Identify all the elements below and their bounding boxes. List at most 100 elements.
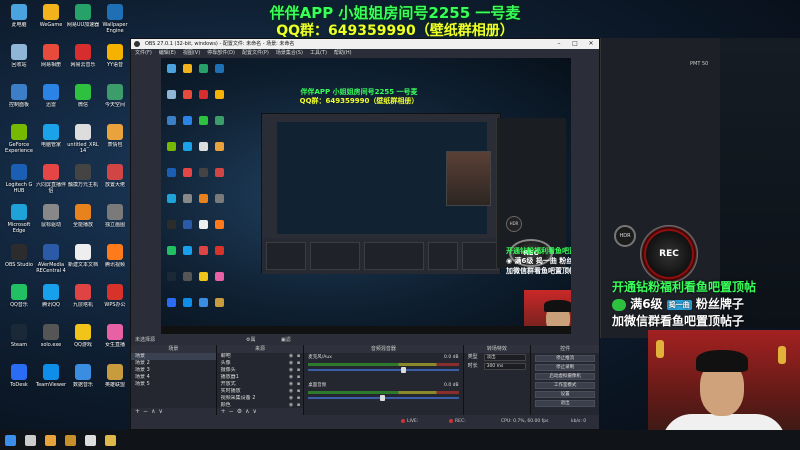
remove-icon[interactable]: − — [229, 408, 237, 415]
volume-slider[interactable] — [308, 367, 459, 373]
desktop-icon[interactable]: OBS Studio — [2, 244, 36, 284]
eye-icon[interactable]: ◉ — [289, 360, 293, 367]
desktop-icon[interactable]: GeForce Experience — [2, 124, 36, 164]
eye-icon[interactable]: ◉ — [289, 388, 293, 395]
desktop-icon[interactable]: untitled_XRL 14 — [66, 124, 100, 164]
menu-item[interactable]: 配置文件(P) — [242, 49, 269, 57]
desktop-icon[interactable]: Wallpaper Engine — [98, 4, 132, 44]
desktop-icon[interactable]: 六同屏直播伴侣 — [34, 164, 68, 204]
eye-icon[interactable]: ◉ — [289, 367, 293, 374]
desktop-icon[interactable]: 网易相册 — [34, 44, 68, 84]
lock-icon[interactable]: ▪ — [297, 381, 300, 388]
desktop-icon[interactable]: QQ音乐 — [2, 284, 36, 324]
menu-item[interactable]: 视图(V) — [183, 49, 200, 57]
maximize-icon[interactable]: □ — [567, 39, 583, 49]
volume-slider-handle[interactable] — [380, 395, 386, 401]
obs-titlebar[interactable]: OBS 27.0.1 (32-bit, windows) - 配置文件: 未命名… — [131, 39, 599, 49]
close-icon[interactable]: ✕ — [583, 39, 599, 49]
desktop-icon[interactable]: 放置大佬 — [98, 164, 132, 204]
scene-item[interactable]: 场景 4 — [131, 374, 216, 381]
add-icon[interactable]: + — [221, 408, 229, 415]
remove-icon[interactable]: − — [143, 408, 151, 415]
desktop-icon[interactable]: 此电脑 — [2, 4, 36, 44]
desktop-icon[interactable]: 腾讯视频 — [98, 244, 132, 284]
app-task-icon[interactable] — [100, 430, 120, 450]
source-item[interactable]: 聊吧 ◉ ▪ — [217, 353, 304, 360]
search-icon[interactable] — [20, 430, 40, 450]
control-button[interactable]: 工作室模式 — [535, 382, 595, 389]
desktop-icon[interactable]: YY语音 — [98, 44, 132, 84]
desktop-icon[interactable]: 全能播放 — [66, 204, 100, 244]
control-button[interactable]: 启动虚拟摄像机 — [535, 373, 595, 380]
down-icon[interactable]: ∨ — [158, 408, 165, 415]
menu-item[interactable]: 工具(T) — [310, 49, 327, 57]
scene-item[interactable]: 场景 5 — [131, 381, 216, 388]
menu-item[interactable]: 帮助(H) — [334, 49, 352, 57]
source-item[interactable]: 实时播放 ◉ ▪ — [217, 388, 304, 395]
source-item[interactable]: 播放器1 ◉ ▪ — [217, 374, 304, 381]
transition-type-select[interactable]: 淡出 — [483, 354, 526, 361]
obs-preview[interactable]: 伴伴APP 小姐姐房间号2255 一号麦 QQ群：649359990（壁纸群相册… — [161, 58, 571, 334]
rec-button[interactable]: REC — [640, 225, 698, 283]
control-button[interactable]: 设置 — [535, 391, 595, 398]
desktop-icon[interactable]: 女生直播 — [98, 324, 132, 364]
hdr-button[interactable]: HDR — [614, 225, 636, 247]
lock-icon[interactable]: ▪ — [297, 360, 300, 367]
desktop-icon[interactable]: AVerMedia RECentral 4 — [34, 244, 68, 284]
desktop-icon[interactable]: solo.exe — [34, 324, 68, 364]
desktop-icon[interactable]: ToDesk — [2, 364, 36, 404]
menu-item[interactable]: 编辑(E) — [159, 49, 176, 57]
source-item[interactable]: 视频采集设备 2 ◉ ▪ — [217, 395, 304, 402]
eye-icon[interactable]: ◉ — [289, 374, 293, 381]
up-icon[interactable]: ∧ — [245, 408, 252, 415]
desktop-icon[interactable]: 网易云音乐 — [66, 44, 100, 84]
desktop-icon[interactable]: 电脑管家 — [34, 124, 68, 164]
gear-icon[interactable]: ⚙ — [237, 408, 245, 415]
eye-icon[interactable]: ◉ — [289, 395, 293, 402]
desktop-icon[interactable]: 鼠标驱动 — [34, 204, 68, 244]
desktop-icon[interactable]: 新建文本文档 — [66, 244, 100, 284]
desktop-icon[interactable]: 控制面板 — [2, 84, 36, 124]
desktop-icon[interactable]: 回收站 — [2, 44, 36, 84]
desktop-icon[interactable]: Logitech G HUB — [2, 164, 36, 204]
source-item[interactable]: 头像 ◉ ▪ — [217, 360, 304, 367]
desktop-icon[interactable]: 表情包 — [98, 124, 132, 164]
filters-button[interactable]: ▣ 滤镜 — [281, 335, 291, 353]
desktop-icon[interactable]: Microsoft Edge — [2, 204, 36, 244]
chrome-icon[interactable] — [40, 430, 60, 450]
desktop-icon[interactable]: 英雄联盟 — [98, 364, 132, 404]
desktop-icon[interactable]: 独立画图 — [98, 204, 132, 244]
scene-item[interactable]: 场景 3 — [131, 367, 216, 374]
desktop-icon[interactable]: 腾讯QQ — [34, 284, 68, 324]
add-icon[interactable]: + — [135, 408, 143, 415]
menu-item[interactable]: 场景集合(S) — [276, 49, 303, 57]
obs-task-icon[interactable] — [80, 430, 100, 450]
menu-item[interactable]: 停靠部件(D) — [207, 49, 235, 57]
volume-slider[interactable] — [308, 395, 459, 401]
desktop-icon[interactable]: 迅雷 — [34, 84, 68, 124]
eye-icon[interactable]: ◉ — [289, 381, 293, 388]
desktop-icon[interactable]: WPS办公 — [98, 284, 132, 324]
eye-icon[interactable]: ◉ — [289, 353, 293, 360]
desktop-icon[interactable]: WeGame — [34, 4, 68, 44]
desktop-icon[interactable]: 触摸万元主机 — [66, 164, 100, 204]
desktop-icon[interactable]: 数据音乐 — [66, 364, 100, 404]
scene-item[interactable]: 场景 — [131, 353, 216, 360]
lock-icon[interactable]: ▪ — [297, 388, 300, 395]
menu-item[interactable]: 文件(F) — [135, 49, 152, 57]
volume-slider-handle[interactable] — [401, 367, 407, 373]
down-icon[interactable]: ∨ — [253, 408, 260, 415]
control-button[interactable]: 停止录制 — [535, 364, 595, 371]
desktop-icon[interactable]: 网易UU加速器 — [66, 4, 100, 44]
windows-start-icon[interactable] — [0, 430, 20, 450]
desktop-icon[interactable]: Steam — [2, 324, 36, 364]
desktop-icon[interactable]: QQ游戏 — [66, 324, 100, 364]
minimize-icon[interactable]: – — [551, 39, 567, 49]
desktop-icon[interactable]: 微信 — [66, 84, 100, 124]
desktop-icon[interactable]: 今天空间 — [98, 84, 132, 124]
control-button[interactable]: 停止推流 — [535, 355, 595, 362]
desktop-icon[interactable]: TeamViewer — [34, 364, 68, 404]
scene-item[interactable]: 场景 2 — [131, 360, 216, 367]
control-button[interactable]: 退出 — [535, 400, 595, 407]
desktop-icon[interactable]: 九层塔机 — [66, 284, 100, 324]
